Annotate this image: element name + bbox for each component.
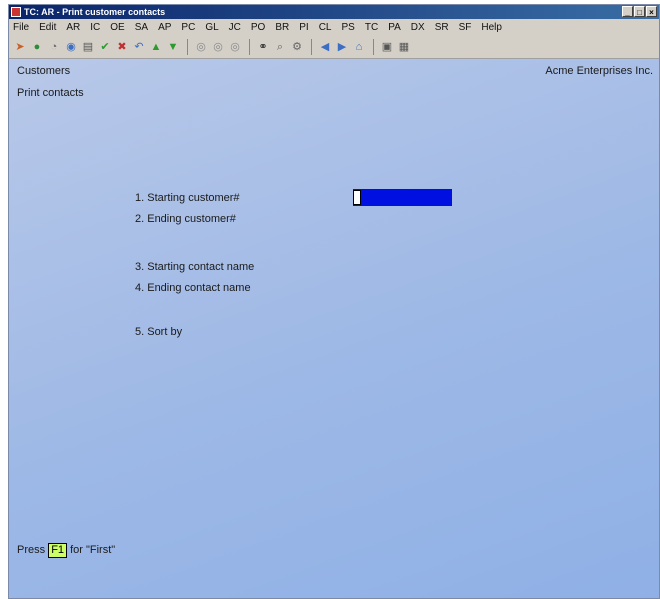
toolbar-separator: [187, 38, 188, 55]
menu-bar: File Edit AR IC OE SA AP PC GL JC PO BR …: [9, 19, 659, 35]
module-title: Customers: [17, 65, 71, 77]
down-arrow-icon[interactable]: ▼: [166, 40, 180, 54]
menu-dx[interactable]: DX: [411, 22, 425, 33]
home-icon[interactable]: ⌂: [352, 40, 366, 54]
grid-icon[interactable]: ▦: [397, 40, 411, 54]
menu-sa[interactable]: SA: [135, 22, 148, 33]
menu-gl[interactable]: GL: [205, 22, 218, 33]
field-label-starting-customer: 1. Starting customer#: [135, 192, 240, 204]
checkmark-icon[interactable]: ✔: [98, 40, 112, 54]
printer-icon[interactable]: ▤: [81, 40, 95, 54]
menu-pa[interactable]: PA: [388, 22, 401, 33]
menu-pc[interactable]: PC: [181, 22, 195, 33]
app-icon: [11, 7, 21, 17]
circle-1-icon[interactable]: ◎: [194, 40, 208, 54]
window-controls: _ □ ×: [622, 6, 657, 17]
toolbar: ➤ ● ◔ ◉ ▤ ✔ ✖ ↶ ▲ ▼ ◎ ◎ ◎ ⚭ ⌕ ⚙ ◀ ▶ ⌂ ▣ …: [9, 35, 659, 59]
globe-icon[interactable]: ◉: [64, 40, 78, 54]
toolbar-separator: [249, 38, 250, 55]
menu-po[interactable]: PO: [251, 22, 265, 33]
menu-edit[interactable]: Edit: [39, 22, 56, 33]
screen-title: Print contacts: [17, 87, 84, 99]
undo-icon[interactable]: ↶: [132, 40, 146, 54]
left-arrow-icon[interactable]: ◀: [318, 40, 332, 54]
menu-sr[interactable]: SR: [435, 22, 449, 33]
main-content: Customers Print contacts Acme Enterprise…: [9, 59, 659, 598]
window-title: TC: AR - Print customer contacts: [24, 7, 166, 17]
starting-customer-input[interactable]: [353, 189, 452, 206]
menu-ap[interactable]: AP: [158, 22, 171, 33]
toolbar-separator: [311, 38, 312, 55]
right-arrow-icon[interactable]: ▶: [335, 40, 349, 54]
menu-br[interactable]: BR: [275, 22, 289, 33]
menu-help[interactable]: Help: [481, 22, 502, 33]
field-label-starting-contact: 3. Starting contact name: [135, 261, 255, 273]
field-label-ending-contact: 4. Ending contact name: [135, 282, 251, 294]
menu-file[interactable]: File: [13, 22, 29, 33]
field-label-ending-customer: 2. Ending customer#: [135, 213, 236, 225]
save-icon[interactable]: ▣: [380, 40, 394, 54]
menu-tc[interactable]: TC: [365, 22, 378, 33]
field-label-sort-by: 5. Sort by: [135, 326, 183, 338]
close-icon[interactable]: ×: [646, 6, 657, 17]
text-cursor: [353, 190, 361, 205]
magnify-icon[interactable]: ◔: [47, 40, 61, 54]
f1-key-badge[interactable]: F1: [48, 543, 68, 558]
binoculars-icon[interactable]: ⚭: [256, 40, 270, 54]
status-line: Press F1 for "First": [17, 543, 115, 558]
menu-ps[interactable]: PS: [342, 22, 355, 33]
minimize-icon[interactable]: _: [622, 6, 633, 17]
search-icon[interactable]: ⌕: [273, 40, 287, 54]
circle-2-icon[interactable]: ◎: [211, 40, 225, 54]
title-bar: TC: AR - Print customer contacts _ □ ×: [9, 5, 659, 19]
circle-icon[interactable]: ●: [30, 40, 44, 54]
up-arrow-icon[interactable]: ▲: [149, 40, 163, 54]
cross-icon[interactable]: ✖: [115, 40, 129, 54]
maximize-icon[interactable]: □: [634, 6, 645, 17]
menu-cl[interactable]: CL: [319, 22, 332, 33]
toolbar-separator: [373, 38, 374, 55]
app-window: TC: AR - Print customer contacts _ □ × F…: [8, 4, 660, 599]
company-name: Acme Enterprises Inc.: [545, 65, 653, 77]
gear-icon[interactable]: ⚙: [290, 40, 304, 54]
circle-3-icon[interactable]: ◎: [228, 40, 242, 54]
menu-ar[interactable]: AR: [66, 22, 80, 33]
arrow-icon[interactable]: ➤: [13, 40, 27, 54]
menu-sf[interactable]: SF: [459, 22, 472, 33]
menu-jc[interactable]: JC: [229, 22, 241, 33]
menu-pi[interactable]: PI: [299, 22, 308, 33]
menu-oe[interactable]: OE: [110, 22, 124, 33]
status-prefix: Press: [17, 544, 46, 556]
menu-ic[interactable]: IC: [90, 22, 100, 33]
status-suffix: for "First": [70, 544, 116, 556]
